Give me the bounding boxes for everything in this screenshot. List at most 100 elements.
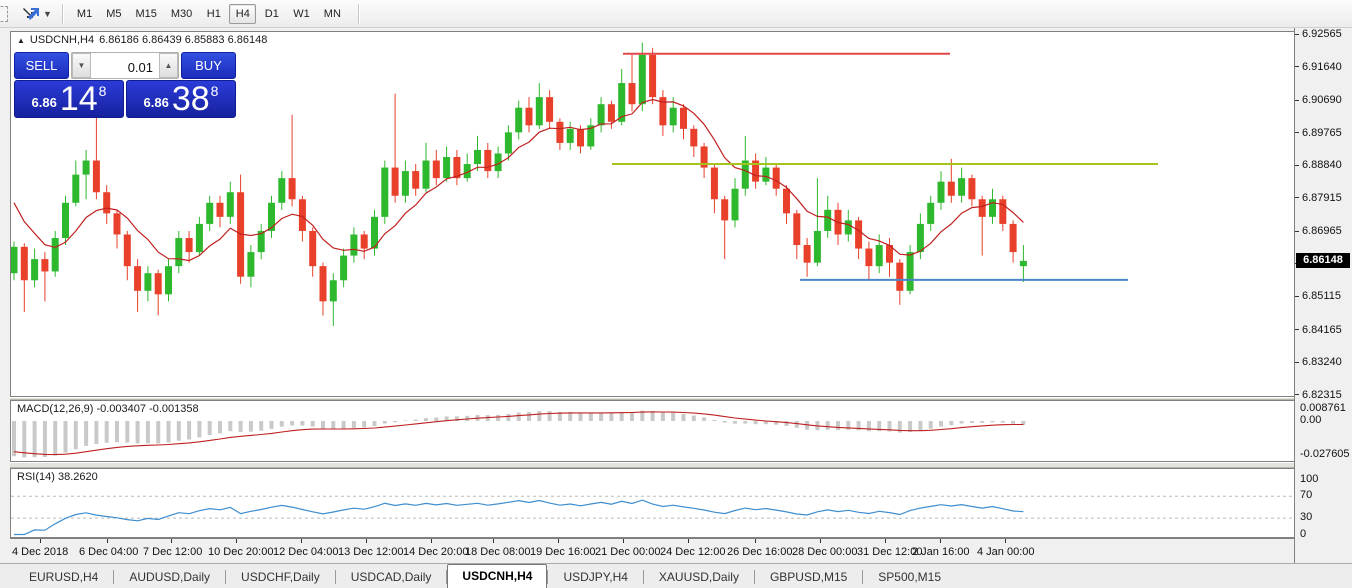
rsi-axis-label: 70 xyxy=(1300,489,1312,501)
price-tick-dash xyxy=(1295,394,1299,395)
chart-workspace: ▲ USDCNH,H4 6.86186 6.86439 6.85883 6.86… xyxy=(0,28,1352,563)
date-tick xyxy=(755,539,756,543)
macd-label: MACD(12,26,9) -0.003407 -0.001358 xyxy=(17,403,199,415)
date-label: 21 Dec 00:00 xyxy=(595,546,660,558)
macd-chart-canvas xyxy=(11,401,1293,461)
price-tick-label: 6.88840 xyxy=(1302,159,1342,171)
date-label: 4 Dec 2018 xyxy=(12,546,68,558)
price-tick-dash xyxy=(1295,100,1299,101)
macd-pane[interactable]: MACD(12,26,9) -0.003407 -0.001358 xyxy=(10,400,1294,462)
one-click-trading-panel: SELL ▼ ▲ BUY 6.86 14 8 xyxy=(14,52,236,118)
chart-column: ▲ USDCNH,H4 6.86186 6.86439 6.85883 6.86… xyxy=(10,28,1294,563)
timeframe-button-mn[interactable]: MN xyxy=(318,4,347,24)
buy-price-prefix: 6.86 xyxy=(144,95,169,110)
date-label: 19 Dec 16:00 xyxy=(530,546,595,558)
chart-tab-usdcad-daily[interactable]: USDCAD,Daily xyxy=(336,566,447,588)
timeframe-button-m1[interactable]: M1 xyxy=(71,4,98,24)
volume-increase-button[interactable]: ▲ xyxy=(159,53,178,78)
timeframe-button-m30[interactable]: M30 xyxy=(165,4,198,24)
date-axis[interactable]: 4 Dec 20186 Dec 04:007 Dec 12:0010 Dec 2… xyxy=(10,538,1294,563)
sell-button[interactable]: SELL xyxy=(14,52,69,79)
date-tick xyxy=(431,539,432,543)
date-label: 7 Dec 12:00 xyxy=(143,546,202,558)
sell-price-panel[interactable]: 6.86 14 8 xyxy=(14,80,124,118)
date-tick xyxy=(558,539,559,543)
date-label: 26 Dec 16:00 xyxy=(727,546,792,558)
timeframe-toolbar: ▼ M1M5M15M30H1H4D1W1MN xyxy=(0,0,1352,28)
rsi-axis-label: 30 xyxy=(1300,511,1312,523)
rsi-line xyxy=(14,500,1023,534)
price-tick-label: 6.91640 xyxy=(1302,61,1342,73)
buy-button[interactable]: BUY xyxy=(181,52,236,79)
chart-tab-usdchf-daily[interactable]: USDCHF,Daily xyxy=(226,566,335,588)
timeframe-button-m5[interactable]: M5 xyxy=(100,4,127,24)
oneclick-collapse-icon[interactable]: ▲ xyxy=(17,36,25,45)
chart-tab-usdjpy-h4[interactable]: USDJPY,H4 xyxy=(548,566,642,588)
date-tick xyxy=(885,539,886,543)
price-tick-dash xyxy=(1295,66,1299,67)
date-label: 12 Dec 04:00 xyxy=(273,546,338,558)
dropdown-caret-icon[interactable]: ▼ xyxy=(43,9,52,19)
buy-price-pips: 38 xyxy=(172,84,210,114)
rsi-axis-label: 0 xyxy=(1300,528,1306,540)
date-label: 4 Jan 00:00 xyxy=(977,546,1035,558)
timeframe-button-d1[interactable]: D1 xyxy=(258,4,285,24)
timeframe-button-h4[interactable]: H4 xyxy=(229,4,256,24)
timeframe-button-m15[interactable]: M15 xyxy=(129,4,162,24)
current-price-badge: 6.86148 xyxy=(1296,253,1350,268)
price-tick-dash xyxy=(1295,34,1299,35)
date-label: 6 Dec 04:00 xyxy=(79,546,138,558)
macd-axis-label: 0.008761 xyxy=(1300,402,1346,414)
chart-tabbar: EURUSD,H4AUDUSD,DailyUSDCHF,DailyUSDCAD,… xyxy=(0,563,1352,588)
mt4-window: ▼ M1M5M15M30H1H4D1W1MN ▲ USDCNH,H4 6.861… xyxy=(0,0,1352,588)
date-tick xyxy=(940,539,941,543)
date-tick xyxy=(688,539,689,543)
price-tick-dash xyxy=(1295,231,1299,232)
chart-tab-audusd-daily[interactable]: AUDUSD,Daily xyxy=(114,566,225,588)
timeframe-button-w1[interactable]: W1 xyxy=(287,4,316,24)
sell-price-prefix: 6.86 xyxy=(32,95,57,110)
rsi-chart-canvas xyxy=(11,469,1293,537)
price-axis[interactable]: 6.92565 6.91640 6.90690 6.89765 6.88840 6.879… xyxy=(1294,28,1352,563)
rsi-pane[interactable]: RSI(14) 38.2620 xyxy=(10,468,1294,538)
main-chart-pane[interactable]: ▲ USDCNH,H4 6.86186 6.86439 6.85883 6.86… xyxy=(10,31,1294,397)
date-tick xyxy=(107,539,108,543)
sell-price-pipette: 8 xyxy=(99,84,107,98)
price-tick-label: 6.83240 xyxy=(1302,356,1342,368)
toolbar-separator xyxy=(62,4,63,24)
timeframe-buttons: M1M5M15M30H1H4D1W1MN xyxy=(70,4,348,24)
date-label: 24 Dec 12:00 xyxy=(660,546,725,558)
price-tick-label: 6.84165 xyxy=(1302,324,1342,336)
date-tick xyxy=(820,539,821,543)
chart-tab-gbpusd-m15[interactable]: GBPUSD,M15 xyxy=(755,566,862,588)
date-label: 28 Dec 00:00 xyxy=(792,546,857,558)
price-tick-dash xyxy=(1295,132,1299,133)
price-tick-label: 6.90690 xyxy=(1302,94,1342,106)
chart-tab-sp500-m15[interactable]: SP500,M15 xyxy=(863,566,956,588)
volume-input[interactable] xyxy=(91,53,159,78)
chart-tab-xauusd-daily[interactable]: XAUUSD,Daily xyxy=(644,566,754,588)
price-tick-label: 6.82315 xyxy=(1302,389,1342,401)
chart-arrows-icon[interactable] xyxy=(20,5,40,23)
date-tick xyxy=(623,539,624,543)
chart-tab-eurusd-h4[interactable]: EURUSD,H4 xyxy=(14,566,113,588)
buy-price-panel[interactable]: 6.86 38 8 xyxy=(126,80,236,118)
price-tick-label: 6.86965 xyxy=(1302,225,1342,237)
price-tick-label: 6.92565 xyxy=(1302,28,1342,40)
chart-tab-usdcnh-h4[interactable]: USDCNH,H4 xyxy=(447,564,547,588)
date-label: 13 Dec 12:00 xyxy=(338,546,403,558)
price-tick-label: 6.89765 xyxy=(1302,127,1342,139)
price-tick-dash xyxy=(1295,329,1299,330)
chart-arrows-icon-svg xyxy=(20,5,40,23)
volume-decrease-button[interactable]: ▼ xyxy=(72,53,91,78)
price-tick-label: 6.85115 xyxy=(1302,290,1341,302)
toolbar-separator xyxy=(358,4,359,24)
macd-histogram xyxy=(14,411,1023,458)
macd-axis-label: 0.00 xyxy=(1300,414,1321,426)
chart-symbol-label: USDCNH,H4 xyxy=(30,34,94,46)
price-tick-label: 6.87915 xyxy=(1302,192,1342,204)
timeframe-button-h1[interactable]: H1 xyxy=(200,4,227,24)
price-tick-dash xyxy=(1295,197,1299,198)
macd-axis-label: -0.027605 xyxy=(1300,448,1350,460)
date-label: 2 Jan 16:00 xyxy=(912,546,970,558)
